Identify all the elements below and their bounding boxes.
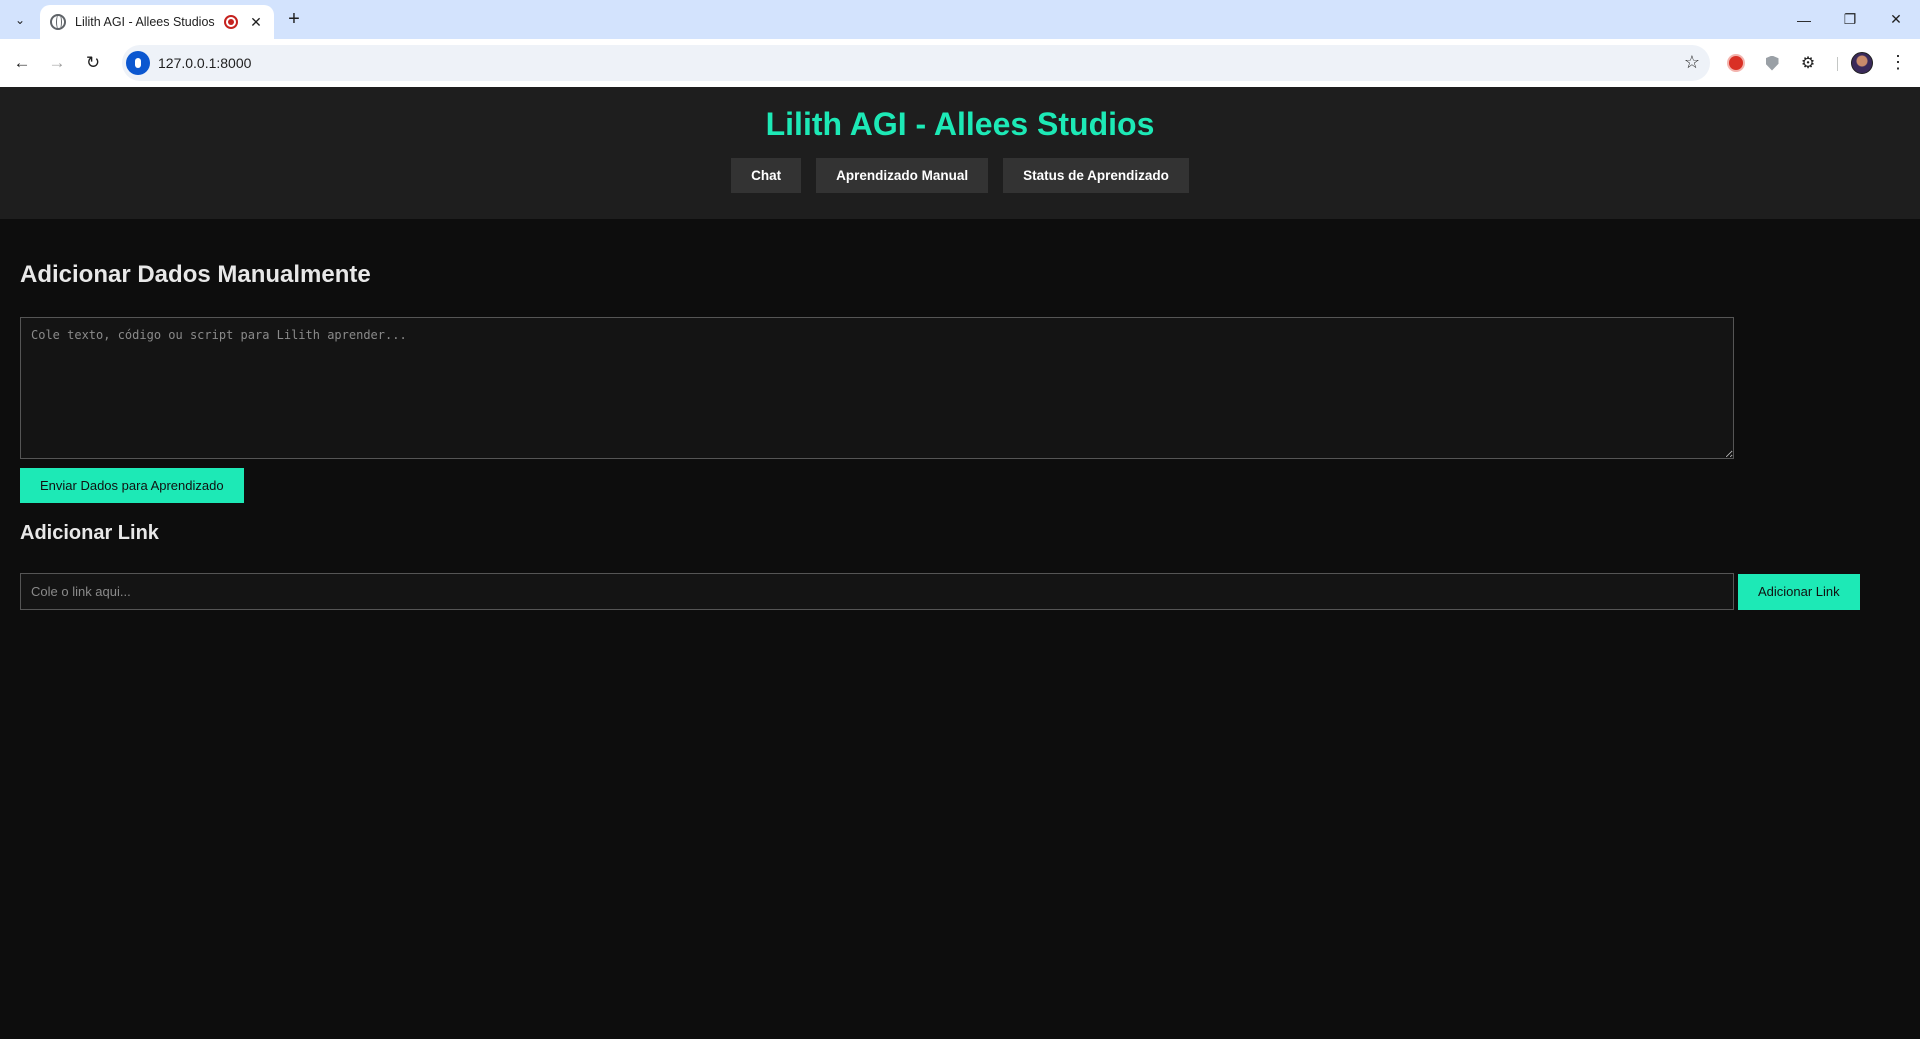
manual-data-heading: Adicionar Dados Manualmente (20, 261, 371, 288)
site-title: Lilith AGI - Allees Studios (765, 106, 1155, 142)
tab-search-icon[interactable]: ⌄ (8, 8, 32, 32)
send-data-button[interactable]: Enviar Dados para Aprendizado (20, 468, 244, 503)
nav-learning-status-button[interactable]: Status de Aprendizado (1003, 158, 1189, 193)
shield-icon[interactable] (1760, 51, 1784, 75)
close-icon[interactable]: ✕ (248, 14, 264, 31)
menu-icon[interactable]: ⋮ (1886, 51, 1910, 75)
reload-icon[interactable]: ↻ (81, 51, 105, 75)
nav-chat-button[interactable]: Chat (731, 158, 802, 193)
link-form: Adicionar Link (20, 573, 1900, 610)
plus-icon[interactable]: + (282, 8, 306, 32)
nav-manual-learning-button[interactable]: Aprendizado Manual (816, 158, 989, 193)
browser-tab[interactable]: Lilith AGI - Allees Studios ✕ (40, 5, 274, 39)
address-bar[interactable]: 127.0.0.1:8000 ☆ (122, 45, 1710, 81)
tab-title: Lilith AGI - Allees Studios (75, 15, 215, 29)
back-icon[interactable]: ← (10, 51, 34, 75)
site-header: Lilith AGI - Allees Studios Chat Aprendi… (0, 87, 1920, 219)
puzzle-icon[interactable]: ⚙ (1796, 51, 1820, 75)
recording-extension-icon[interactable] (1724, 51, 1748, 75)
window-close-icon[interactable]: ✕ (1873, 0, 1919, 39)
restore-icon[interactable]: ❐ (1827, 0, 1873, 39)
forward-icon[interactable]: → (45, 51, 69, 75)
main-content: Adicionar Dados Manualmente Enviar Dados… (0, 261, 1920, 610)
browser-toolbar: ← → ↻ 127.0.0.1:8000 ☆ ⚙ ⋮ (0, 39, 1920, 87)
mic-icon[interactable] (126, 51, 150, 75)
globe-icon (50, 14, 66, 30)
learning-text-input[interactable] (20, 317, 1734, 459)
link-input[interactable] (20, 573, 1734, 610)
address-url[interactable]: 127.0.0.1:8000 (158, 55, 251, 71)
avatar[interactable] (1851, 52, 1873, 74)
toolbar-divider (1837, 57, 1838, 71)
main-nav: Chat Aprendizado Manual Status de Aprend… (731, 158, 1189, 193)
tab-strip: ⌄ Lilith AGI - Allees Studios ✕ + — ❐ ✕ (0, 0, 1920, 39)
recording-icon (224, 15, 238, 29)
page: Lilith AGI - Allees Studios Chat Aprendi… (0, 87, 1920, 1039)
add-link-button[interactable]: Adicionar Link (1738, 573, 1860, 610)
minimize-icon[interactable]: — (1781, 0, 1827, 39)
add-link-heading: Adicionar Link (20, 522, 159, 544)
star-icon[interactable]: ☆ (1684, 52, 1700, 73)
